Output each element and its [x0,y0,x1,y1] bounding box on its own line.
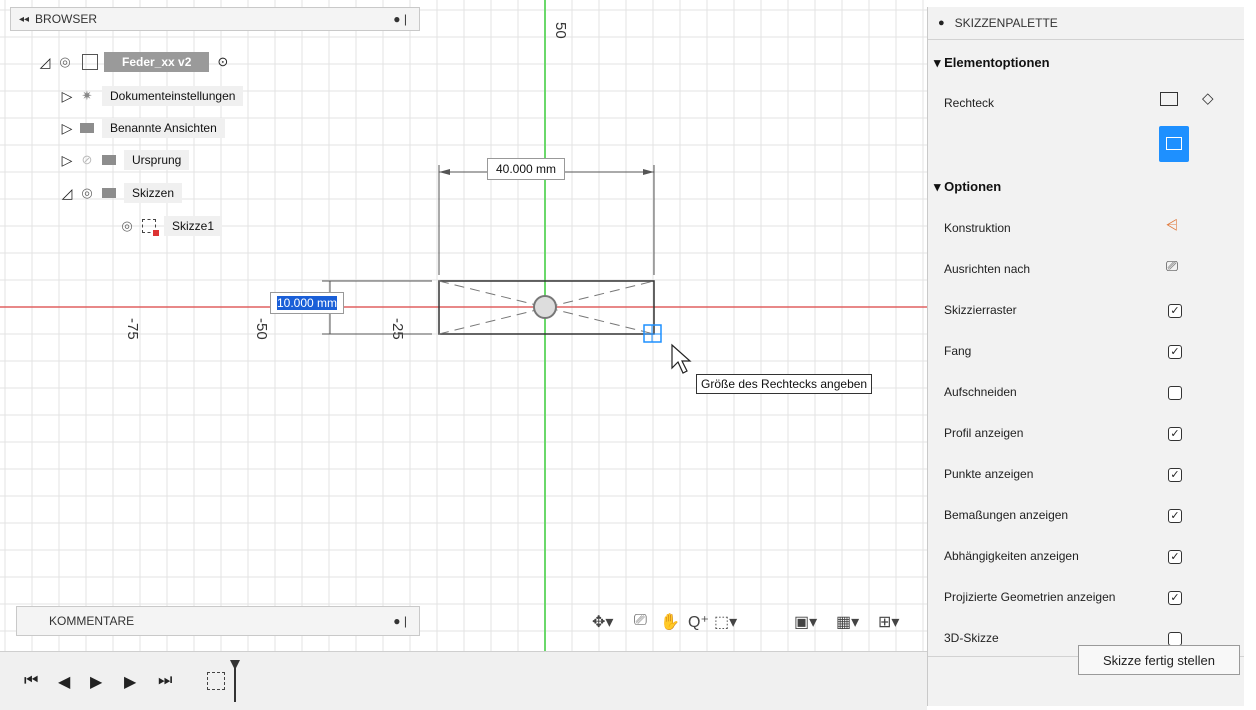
comments-title: KOMMENTARE [49,614,135,628]
expand-icon[interactable]: ◿ [36,54,54,71]
rect-3point-icon[interactable]: ◇ [1202,89,1214,107]
option-label: Skizzierraster [944,303,1017,317]
checkbox-show-dimensions[interactable]: ✓ [1168,509,1182,523]
sketch-palette: ● SKIZZENPALETTE ▾ Elementoptionen Recht… [927,7,1244,706]
first-icon[interactable]: ⏮ [24,672,38,690]
eye-hidden-icon[interactable]: ⊘ [76,152,98,168]
option-label: Bemaßungen anzeigen [944,508,1069,522]
tree-item-sketches[interactable]: ◿ ◎ Skizzen [58,180,183,206]
look-at-icon[interactable]: ⎚ [634,612,647,630]
tree-label: Skizzen [124,183,183,203]
option-label: Konstruktion [944,221,1011,235]
previous-icon[interactable]: ◀ [58,672,70,692]
zoom-icon[interactable]: Q⁺ [688,612,709,632]
checkbox-snap[interactable]: ✓ [1168,345,1182,359]
comments-header[interactable]: KOMMENTARE ● | [16,606,420,636]
pan-orbit-icon[interactable]: ✥▾ [592,612,613,632]
expand-icon[interactable]: ▷ [58,120,76,137]
eye-icon[interactable]: ◎ [54,54,76,70]
option-label: Aufschneiden [944,385,1017,399]
tree-label: Benannte Ansichten [102,118,225,138]
expand-icon[interactable]: ◿ [58,185,76,202]
origin-point [533,295,557,319]
timeline: ⏮ ◀ ▶ ▶ ⏭ [0,651,927,710]
tree-item-origin[interactable]: ▷ ⊘ Ursprung [58,147,190,173]
tree-label: Ursprung [124,150,190,170]
checkbox-3d-sketch[interactable] [1168,632,1182,646]
option-label: Abhängigkeiten anzeigen [944,549,1079,563]
tree-item-named-views[interactable]: ▷ Benannte Ansichten [58,115,225,141]
width-dimension-field[interactable]: 40.000 mm [487,158,566,180]
sketch-icon [142,219,159,236]
checkbox-show-profile[interactable]: ✓ [1168,427,1182,441]
expand-icon[interactable]: ▷ [58,88,76,105]
folder-icon [80,123,94,133]
browser-title: BROWSER [35,12,98,26]
folder-icon [102,155,116,165]
axis-label-50: -50 [253,318,270,340]
checkbox-slice[interactable] [1168,386,1182,400]
tree-label: Dokumenteinstellungen [102,86,244,106]
play-icon[interactable]: ▶ [90,672,102,692]
tree-item-sketch1[interactable]: ◎ Skizze1 [116,213,223,239]
tree-label: Skizze1 [164,216,223,236]
last-icon[interactable]: ⏭ [158,672,172,690]
tooltip: Größe des Rechtecks angeben [696,374,873,394]
palette-title: SKIZZENPALETTE [954,16,1058,30]
option-label: Projizierte Geometrien anzeigen [944,590,1116,604]
rect-center-icon[interactable] [1159,126,1189,162]
palette-header[interactable]: ● SKIZZENPALETTE [928,7,1244,40]
checkbox-show-projected[interactable]: ✓ [1168,591,1182,605]
look-at-icon[interactable]: ⎚ [1166,258,1178,275]
option-label: Profil anzeigen [944,426,1024,440]
next-icon[interactable]: ▶ [124,672,136,692]
folder-icon [102,188,116,198]
option-label: Ausrichten nach [944,262,1031,276]
option-label: Punkte anzeigen [944,467,1034,481]
option-label: 3D-Skizze [944,631,999,645]
axis-label-75: -75 [124,318,141,340]
checkbox-show-points[interactable]: ✓ [1168,468,1182,482]
timeline-marker-icon[interactable] [230,660,240,704]
expand-icon[interactable]: ▷ [58,152,76,169]
construction-icon[interactable]: ⩤ [1166,217,1178,234]
hand-icon[interactable]: ✋ [660,612,680,632]
rect-2point-icon[interactable] [1160,92,1178,106]
display-icon[interactable]: ▣▾ [794,612,817,632]
component-icon [82,54,98,70]
height-dimension-value[interactable]: 10.000 mm [277,296,338,310]
checkbox-show-constraints[interactable]: ✓ [1168,550,1182,564]
finish-sketch-button[interactable]: Skizze fertig stellen [1078,645,1240,675]
tree-label-root: Feder_xx v2 [104,52,210,72]
browser-header[interactable]: ◂◂ BROWSER ● | [10,7,420,31]
collapse-icon[interactable]: ◂◂ [19,14,29,25]
section-options[interactable]: ▾ Optionen [934,179,1001,195]
pin-icon[interactable]: ● | [393,12,407,26]
zoom-window-icon[interactable]: ⬚▾ [714,612,737,632]
timeline-sketch-icon[interactable] [207,672,225,690]
gear-icon: ✷ [81,88,93,103]
section-label: Elementoptionen [944,55,1050,70]
tree-item-doc-settings[interactable]: ▷ ✷ Dokumenteinstellungen [58,83,244,109]
section-element-options[interactable]: ▾ Elementoptionen [934,55,1050,71]
checkbox-sketch-grid[interactable]: ✓ [1168,304,1182,318]
eye-icon[interactable]: ◎ [76,185,98,201]
section-label: Optionen [944,179,1002,194]
axis-label-25: -25 [389,318,406,340]
rechteck-label: Rechteck [944,96,995,110]
grid-icon[interactable]: ▦▾ [836,612,859,632]
cursor-icon [671,343,692,374]
pin-icon[interactable]: ● [938,17,945,29]
activate-icon[interactable]: ⊙ [217,54,228,70]
tree-item-root[interactable]: ◿ ◎ Feder_xx v2 ⊙ [36,49,228,75]
eye-icon[interactable]: ◎ [116,218,138,234]
height-dimension-field[interactable]: 10.000 mm [270,292,345,314]
axis-label-top: 50 [552,22,569,39]
viewports-icon[interactable]: ⊞▾ [878,612,899,632]
option-label: Fang [944,344,972,358]
pin-icon[interactable]: ● | [393,614,407,628]
